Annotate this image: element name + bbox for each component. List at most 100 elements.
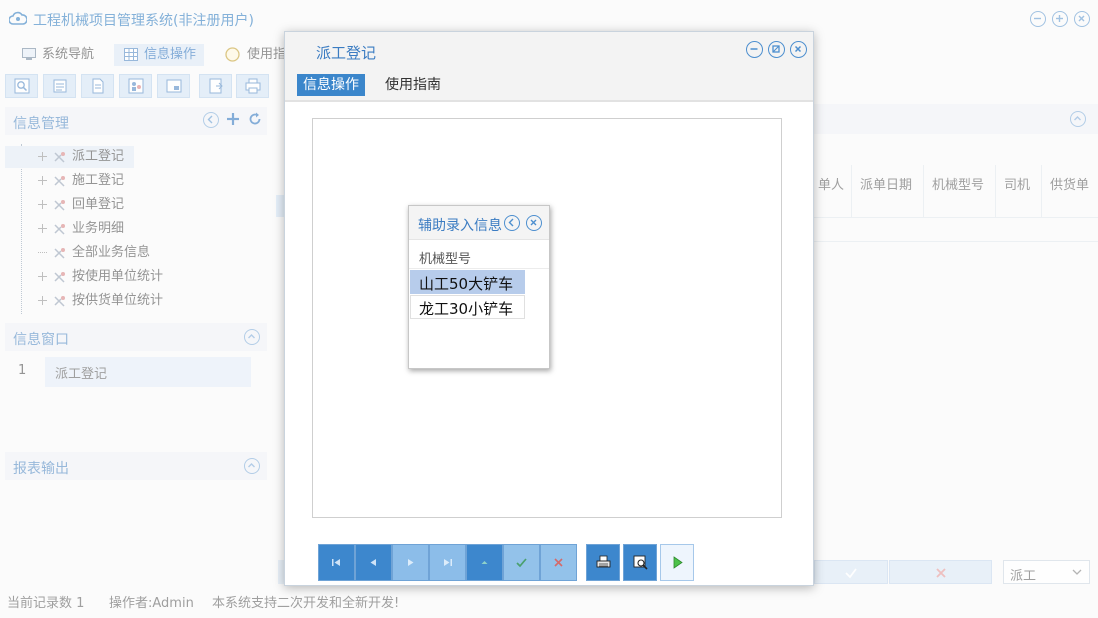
minimize-icon[interactable] (746, 41, 763, 58)
wrench-icon (54, 224, 65, 235)
toolbar-print-button[interactable] (236, 74, 269, 98)
close-icon[interactable] (790, 41, 807, 58)
grid-divider (810, 217, 1098, 218)
option-label: 山工50大铲车 (419, 275, 514, 293)
toolbar-document-button[interactable] (81, 74, 114, 98)
toolbar-zoom-button[interactable] (5, 74, 38, 98)
restore-icon[interactable] (768, 41, 785, 58)
header-label: 供货单 (1050, 178, 1090, 193)
panel-title: 信息窗口 (13, 332, 69, 348)
menu-bar: 系统导航 信息操作 使用指 (0, 40, 290, 68)
next-icon (408, 559, 414, 566)
grid-header-cell[interactable]: 机械型号 (924, 165, 996, 217)
wrench-icon (54, 152, 65, 163)
preview-icon (166, 79, 181, 93)
list-icon (53, 79, 66, 93)
last-record-button[interactable] (429, 544, 466, 581)
tree-item-dispatch[interactable]: 派工登记 (5, 146, 134, 168)
check-icon (516, 558, 527, 568)
tree-label: 派工登记 (72, 149, 125, 164)
close-icon[interactable] (1074, 11, 1090, 27)
bg-cancel-button[interactable] (889, 560, 992, 584)
grid-header-cell[interactable]: 供货单 (1042, 165, 1098, 217)
helper-title: 辅助录入信息 (418, 218, 502, 234)
toolbar-list-button[interactable] (43, 74, 76, 98)
info-window-row[interactable]: 派工登记 (45, 357, 251, 387)
menu-item-info-ops[interactable]: 信息操作 (114, 44, 205, 66)
back-icon[interactable] (203, 112, 219, 128)
collapse-up-icon[interactable] (244, 458, 260, 474)
minimize-icon[interactable] (1030, 11, 1046, 27)
helper-header: 辅助录入信息 (409, 206, 549, 240)
play-icon (673, 556, 683, 569)
branch-line-icon (38, 252, 47, 253)
zoom-icon (14, 78, 29, 94)
confirm-button[interactable] (503, 544, 540, 581)
tree-guide-line (21, 144, 22, 314)
prev-record-button[interactable] (355, 544, 392, 581)
menu-item-navigation[interactable]: 系统导航 (18, 44, 94, 66)
maximize-icon[interactable] (1052, 11, 1068, 27)
header-label: 单人 (818, 178, 845, 193)
grid-icon (124, 48, 138, 61)
menu-item-guide[interactable]: 使用指 (223, 44, 286, 66)
tab-user-guide[interactable]: 使用指南 (379, 74, 447, 96)
tab-info-ops[interactable]: 信息操作 (297, 74, 365, 96)
option-label: 龙工30小铲车 (419, 300, 514, 318)
wrench-icon (54, 296, 65, 307)
guide-icon (225, 47, 240, 62)
toolbar-export-button[interactable] (199, 74, 232, 98)
helper-option[interactable]: 龙工30小铲车 (410, 295, 525, 319)
run-button[interactable] (660, 544, 694, 581)
app-title: 工程机械项目管理系统(非注册用户) (33, 13, 254, 29)
print-button[interactable] (586, 544, 620, 581)
tree-label: 全部业务信息 (72, 245, 151, 260)
add-record-button[interactable] (466, 544, 503, 581)
export-icon (209, 78, 223, 94)
print-preview-button[interactable] (623, 544, 657, 581)
add-icon[interactable] (226, 112, 240, 126)
header-label: 派单日期 (860, 178, 913, 193)
collapse-up-icon[interactable] (244, 329, 260, 345)
dialog-header: 派工登记 (285, 32, 813, 69)
grid-header-cell[interactable]: 单人 (810, 165, 852, 217)
wrench-icon (54, 272, 65, 283)
close-icon[interactable] (526, 215, 542, 231)
cancel-button[interactable] (540, 544, 577, 581)
toolbar-users-button[interactable] (119, 74, 152, 98)
printer-icon (596, 555, 610, 568)
first-icon (332, 559, 340, 566)
dispatch-type-select[interactable]: 派工 (1003, 560, 1090, 584)
refresh-icon[interactable] (248, 112, 262, 126)
info-window-header: 信息窗口 (5, 323, 267, 351)
expand-icon (38, 200, 47, 209)
expand-icon (38, 152, 47, 161)
menu-label: 使用指 (247, 47, 287, 62)
check-icon (845, 568, 857, 579)
header-label: 机械型号 (932, 178, 985, 193)
record-count: 当前记录数 1 (7, 596, 85, 611)
bg-confirm-button[interactable] (814, 560, 888, 584)
up-icon (481, 561, 488, 564)
panel-title: 报表输出 (13, 461, 69, 477)
dialog-title: 派工登记 (316, 44, 377, 62)
cross-icon (935, 568, 946, 578)
grid-header-cell[interactable]: 派单日期 (852, 165, 924, 217)
first-record-button[interactable] (318, 544, 355, 581)
grid-header-cell[interactable]: 司机 (996, 165, 1042, 217)
expand-icon (38, 272, 47, 281)
status-bar: 当前记录数 1 操作者:Admin 本系统支持二次开发和全新开发! (0, 590, 1098, 612)
next-record-button[interactable] (392, 544, 429, 581)
users-icon (128, 78, 143, 94)
toolbar-preview-button[interactable] (157, 74, 190, 98)
wrench-icon (54, 200, 65, 211)
collapse-up-icon[interactable] (1070, 111, 1086, 127)
input-helper-popup: 辅助录入信息 机械型号 山工50大铲车 龙工30小铲车 (408, 205, 550, 369)
prev-icon (370, 559, 376, 566)
helper-option[interactable]: 山工50大铲车 (410, 270, 525, 294)
tree-label: 回单登记 (72, 197, 125, 212)
report-header: 报表输出 (5, 452, 267, 480)
expand-icon (38, 224, 47, 233)
back-icon[interactable] (504, 215, 520, 231)
info-tree: 派工登记 施工登记 回单登记 业务明细 全部业务信息 按使用单位统计 按供货单位… (5, 144, 267, 316)
